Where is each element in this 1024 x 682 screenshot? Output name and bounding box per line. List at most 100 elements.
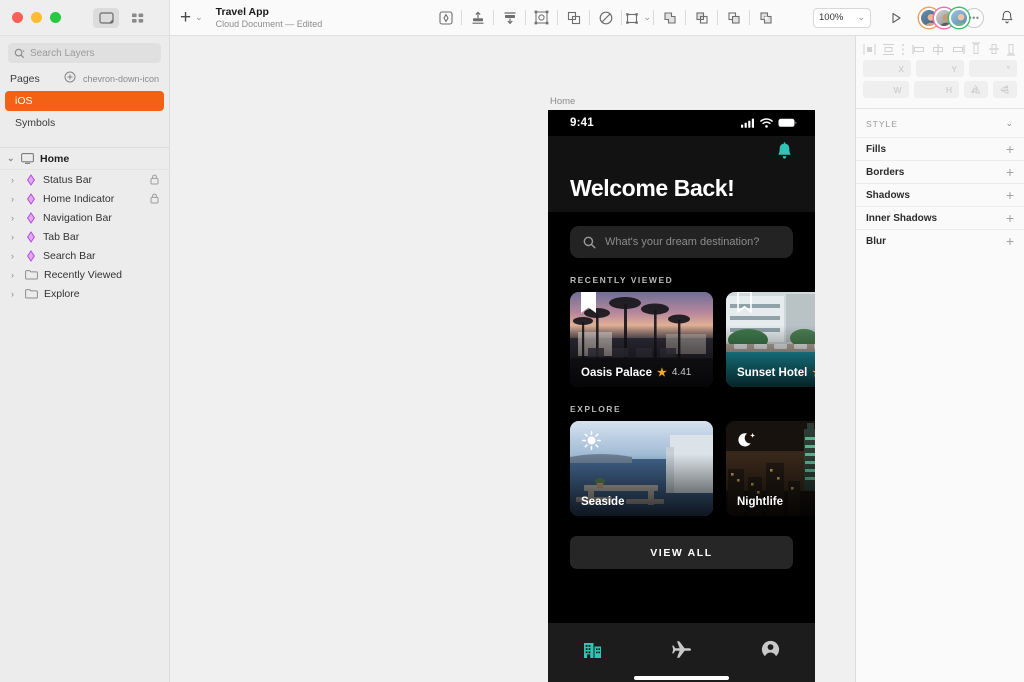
add-page-button[interactable] (64, 70, 76, 88)
bookmark-button[interactable] (737, 292, 752, 319)
boolean-difference-tool[interactable] (750, 5, 781, 31)
pages-actions: chevron-down-icon (64, 70, 159, 88)
flip-vertical-button[interactable] (993, 81, 1017, 98)
preview-button[interactable] (889, 11, 903, 25)
group-tool[interactable] (558, 5, 589, 31)
sidebar-layer-tab-bar[interactable]: › Tab Bar (0, 227, 169, 246)
height-field[interactable]: H (914, 81, 960, 98)
align-center-horizontal-icon[interactable] (882, 43, 895, 56)
view-all-button[interactable]: VIEW ALL (570, 536, 793, 569)
add-border-button[interactable]: + (1006, 164, 1014, 180)
style-collapse-chevron-icon[interactable]: ⌄ (1005, 118, 1014, 129)
phone-search-section: What's your dream destination? (548, 212, 815, 258)
notifications-button[interactable] (1000, 10, 1014, 25)
style-section-header[interactable]: STYLE ⌄ (856, 109, 1024, 137)
add-inner-shadow-button[interactable]: + (1006, 210, 1014, 226)
close-button[interactable] (12, 12, 23, 23)
boolean-intersect-tool[interactable] (718, 5, 749, 31)
search-placeholder: What's your dream destination? (605, 236, 759, 248)
search-layers-input[interactable]: Search Layers (8, 43, 161, 63)
tab-hotels[interactable] (548, 640, 637, 659)
canvas[interactable]: Home 9:41 (170, 36, 855, 682)
insert-symbol-tool[interactable] (494, 5, 525, 31)
add-fill-button[interactable]: + (1006, 141, 1014, 157)
page-item-symbols[interactable]: Symbols (5, 113, 164, 133)
rotation-field[interactable]: ° (969, 60, 1017, 77)
y-field[interactable]: Y (916, 60, 964, 77)
align-middle-icon[interactable] (988, 42, 1000, 56)
disclosure-chevron-icon[interactable]: › (11, 232, 19, 242)
align-center-icon[interactable] (931, 43, 945, 56)
sidebar-layer-status-bar[interactable]: › Status Bar (0, 170, 169, 189)
align-center-horizontal-icon (882, 43, 895, 56)
page-item-ios[interactable]: iOS (5, 91, 164, 111)
document-subtitle: Cloud Document — Edited (216, 19, 323, 29)
app-window: + ⌄ Travel App Cloud Document — Edited (0, 0, 1024, 682)
disclosure-chevron-icon[interactable]: › (11, 175, 19, 185)
explore-card-nightlife[interactable]: Nightlife (726, 421, 815, 516)
canvas-view-toggle[interactable] (93, 8, 119, 28)
star-icon: ★ (812, 366, 815, 379)
search-layers-placeholder: Search Layers (30, 48, 94, 59)
disclosure-chevron-icon[interactable]: › (11, 213, 19, 223)
sidebar-layer-home-indicator[interactable]: › Home Indicator (0, 189, 169, 208)
card-label: Nightlife (737, 496, 783, 508)
flip-horizontal-button[interactable] (964, 81, 988, 98)
maximize-button[interactable] (50, 12, 61, 23)
boolean-union-tool[interactable] (654, 5, 685, 31)
add-blur-button[interactable]: + (1006, 233, 1014, 249)
artboard-home[interactable]: 9:41 (548, 110, 815, 682)
sidebar-layer-search-bar[interactable]: › Search Bar (0, 246, 169, 265)
recently-viewed-title: RECENTLY VIEWED (548, 258, 815, 292)
align-left-icon[interactable] (863, 43, 876, 56)
insert-menu[interactable]: + ⌄ (180, 8, 203, 27)
sidebar-layer-explore[interactable]: › Explore (0, 284, 169, 303)
transform-chevron-icon: ⌄ (643, 12, 651, 23)
tab-profile[interactable] (726, 640, 815, 659)
grid-view-toggle[interactable] (125, 8, 151, 28)
mask-tool[interactable] (590, 5, 621, 31)
flip-horizontal-icon (970, 84, 982, 95)
align-right-edge-icon[interactable] (951, 43, 965, 56)
align-left-edge-icon[interactable] (912, 43, 926, 56)
width-field[interactable]: W (863, 81, 909, 98)
explore-card-seaside[interactable]: Seaside (570, 421, 713, 516)
explore-category-icon (738, 431, 757, 455)
layer-label: Status Bar (43, 174, 144, 186)
lock-icon[interactable] (150, 174, 159, 185)
lock-icon (150, 174, 159, 185)
flip-vertical-icon (999, 84, 1011, 95)
lock-icon[interactable] (150, 193, 159, 204)
artboard-name-label[interactable]: Home (550, 96, 575, 107)
disclosure-chevron-icon[interactable]: ⌄ (7, 153, 15, 164)
align-top-icon[interactable] (970, 42, 982, 56)
x-field[interactable]: X (863, 60, 911, 77)
disclosure-chevron-icon[interactable]: › (11, 270, 19, 280)
destination-search-input[interactable]: What's your dream destination? (570, 226, 793, 258)
tab-flights[interactable] (637, 640, 726, 659)
boolean-subtract-tool[interactable] (686, 5, 717, 31)
collaborator-avatar-3[interactable] (949, 8, 969, 28)
sidebar-layer-recently-viewed[interactable]: › Recently Viewed (0, 265, 169, 284)
align-bottom-icon[interactable] (1005, 42, 1017, 56)
add-shadow-button[interactable]: + (1006, 187, 1014, 203)
pages-collapse-button[interactable]: chevron-down-icon (83, 74, 159, 84)
layer-artboard-home[interactable]: ⌄ Home (0, 148, 169, 170)
disclosure-chevron-icon[interactable]: › (11, 289, 19, 299)
minimize-button[interactable] (31, 12, 42, 23)
disclosure-chevron-icon[interactable]: › (11, 194, 19, 204)
distribute-horizontal-icon[interactable] (900, 43, 906, 56)
bell-icon (776, 142, 793, 161)
make-symbol-tool[interactable] (462, 5, 493, 31)
hotel-card-sunset-hotel[interactable]: Sunset Hotel ★ (726, 292, 815, 387)
zoom-selector[interactable]: 100% ⌄ (813, 8, 871, 28)
hotel-card-oasis-palace[interactable]: Oasis Palace ★ 4.41 (570, 292, 713, 387)
bookmark-button[interactable] (581, 292, 596, 319)
symbol-tool[interactable] (430, 5, 461, 31)
transform-tool[interactable]: ⌄ (622, 5, 653, 31)
hero-notification-button[interactable] (776, 142, 793, 166)
disclosure-chevron-icon[interactable]: › (11, 251, 19, 261)
tab-list (548, 623, 815, 676)
sidebar-layer-navigation-bar[interactable]: › Navigation Bar (0, 208, 169, 227)
scale-tool[interactable] (526, 5, 557, 31)
